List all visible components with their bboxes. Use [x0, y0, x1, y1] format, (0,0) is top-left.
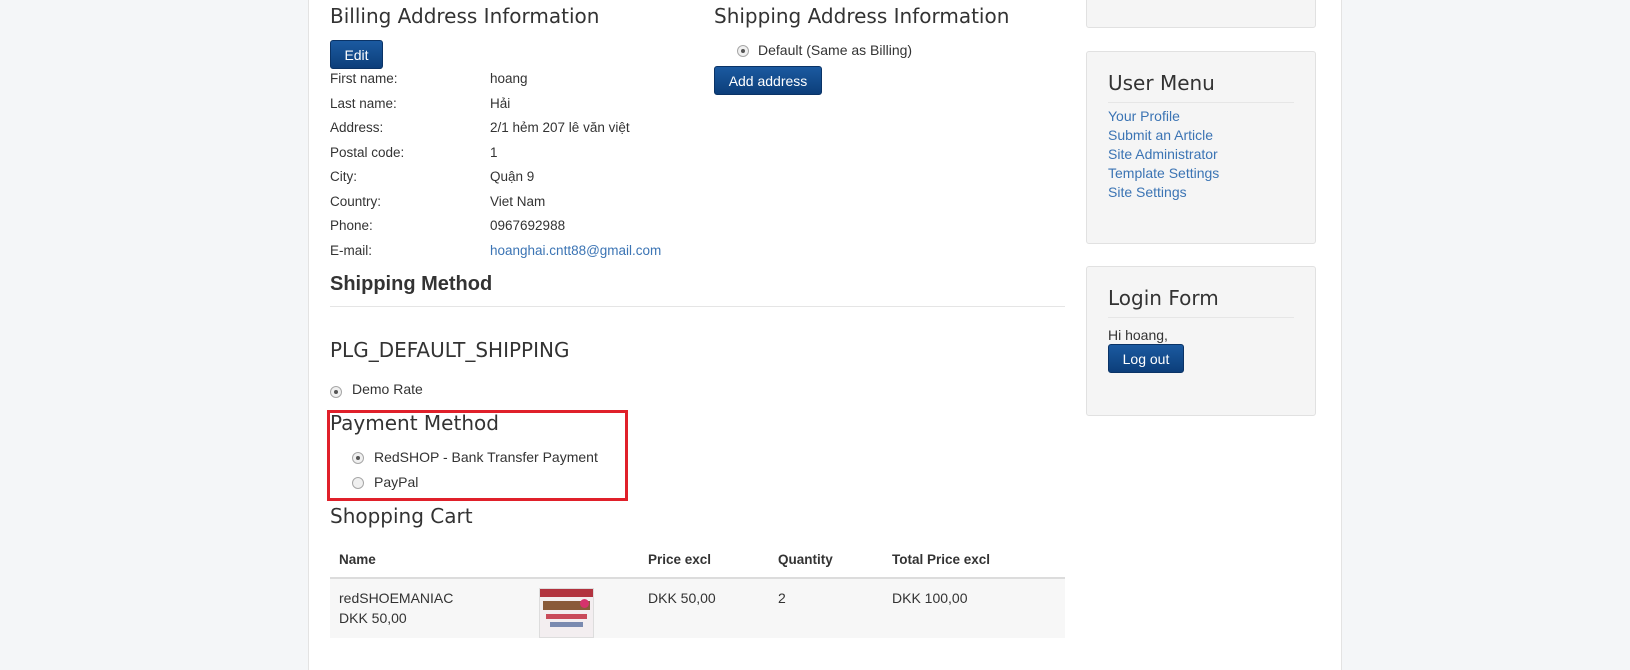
- shipping-plugin-title: PLG_DEFAULT_SHIPPING: [330, 338, 570, 362]
- login-form-title: Login Form: [1108, 286, 1219, 310]
- field-value-country: Viet Nam: [490, 194, 546, 209]
- add-address-button[interactable]: Add address: [714, 66, 822, 95]
- menu-item-site-settings[interactable]: Site Settings: [1108, 184, 1187, 200]
- field-label-address: Address:: [330, 120, 384, 135]
- field-label-phone: Phone:: [330, 218, 373, 233]
- cart-header-quantity: Quantity: [778, 552, 833, 567]
- email-link[interactable]: hoanghai.cntt88@gmail.com: [490, 243, 661, 258]
- user-menu-title: User Menu: [1108, 71, 1215, 95]
- field-label-email: E-mail:: [330, 243, 373, 258]
- login-form-panel: Login Form Hi hoang, Log out: [1086, 266, 1316, 416]
- cart-header-name: Name: [339, 552, 376, 567]
- payment-method-title: Payment Method: [330, 411, 499, 435]
- sidebar-top-panel: [1086, 0, 1316, 28]
- paypal-radio[interactable]: [352, 477, 364, 489]
- menu-item-your-profile[interactable]: Your Profile: [1108, 108, 1180, 124]
- field-value-postal-code: 1: [490, 145, 498, 160]
- shipping-address-title: Shipping Address Information: [714, 4, 1010, 28]
- field-value-address: 2/1 hẻm 207 lê văn việt: [490, 120, 630, 135]
- bank-transfer-radio[interactable]: [352, 452, 364, 464]
- field-label-city: City:: [330, 169, 357, 184]
- product-thumbnail[interactable]: [539, 588, 594, 638]
- login-greeting: Hi hoang,: [1108, 327, 1168, 343]
- field-label-postal-code: Postal code:: [330, 145, 405, 160]
- demo-rate-radio[interactable]: [330, 386, 342, 398]
- menu-item-site-administrator[interactable]: Site Administrator: [1108, 146, 1218, 162]
- shopping-cart-title: Shopping Cart: [330, 504, 473, 528]
- billing-title: Billing Address Information: [330, 4, 600, 28]
- demo-rate-label: Demo Rate: [352, 381, 423, 397]
- cart-header-price: Price excl: [648, 552, 712, 567]
- user-menu-rule: [1108, 102, 1294, 103]
- field-value-phone: 0967692988: [490, 218, 566, 233]
- product-unit-price: DKK 50,00: [339, 610, 407, 626]
- paypal-label: PayPal: [374, 474, 419, 490]
- row-price-excl: DKK 50,00: [648, 590, 716, 606]
- product-link[interactable]: redSHOEMANIAC: [339, 590, 453, 606]
- field-value-city: Quận 9: [490, 169, 535, 184]
- menu-item-submit-article[interactable]: Submit an Article: [1108, 127, 1213, 143]
- divider: [330, 306, 1065, 307]
- default-shipping-radio[interactable]: [737, 45, 749, 57]
- field-value-last-name: Hải: [490, 96, 511, 111]
- field-label-country: Country:: [330, 194, 382, 209]
- logout-button[interactable]: Log out: [1108, 344, 1184, 373]
- field-label-last-name: Last name:: [330, 96, 397, 111]
- cart-header-total: Total Price excl: [892, 552, 991, 567]
- shipping-method-title: Shipping Method: [330, 273, 493, 295]
- user-menu-panel: User Menu Your Profile Submit an Article…: [1086, 51, 1316, 244]
- field-value-first-name: hoang: [490, 71, 528, 86]
- menu-item-template-settings[interactable]: Template Settings: [1108, 165, 1219, 181]
- row-total: DKK 100,00: [892, 590, 968, 606]
- field-label-first-name: First name:: [330, 71, 398, 86]
- default-shipping-label: Default (Same as Billing): [758, 42, 913, 58]
- login-form-rule: [1108, 317, 1294, 318]
- row-quantity: 2: [778, 590, 786, 606]
- table-row: [330, 579, 1065, 638]
- edit-billing-button[interactable]: Edit: [330, 40, 383, 69]
- bank-transfer-label: RedSHOP - Bank Transfer Payment: [374, 449, 598, 465]
